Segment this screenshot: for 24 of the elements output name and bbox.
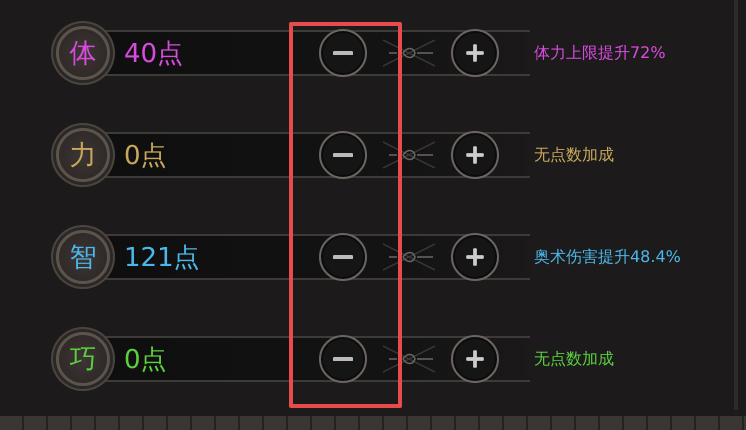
stat-value: 0点 — [124, 344, 168, 376]
stat-value: 0点 — [124, 140, 168, 172]
plus-button[interactable] — [451, 29, 499, 77]
minus-icon — [333, 50, 353, 56]
stat-value: 40点 — [124, 38, 184, 70]
plus-icon — [464, 246, 486, 268]
minus-button[interactable] — [319, 233, 367, 281]
minus-button[interactable] — [319, 131, 367, 179]
plus-button[interactable] — [451, 131, 499, 179]
bonus-text: 体力上限提升72% — [534, 42, 666, 64]
minus-icon — [333, 356, 353, 362]
minus-button[interactable] — [319, 29, 367, 77]
plus-icon — [464, 348, 486, 370]
minus-icon — [333, 254, 353, 260]
bonus-text: 无点数加成 — [534, 348, 614, 370]
plus-icon — [464, 42, 486, 64]
bonus-text: 奥术伤害提升48.4% — [534, 246, 681, 268]
minus-button[interactable] — [319, 335, 367, 383]
plus-button[interactable] — [451, 335, 499, 383]
plus-icon — [464, 144, 486, 166]
bonus-text: 无点数加成 — [534, 144, 614, 166]
minus-icon — [333, 152, 353, 158]
stat-value: 121点 — [124, 242, 201, 274]
plus-button[interactable] — [451, 233, 499, 281]
